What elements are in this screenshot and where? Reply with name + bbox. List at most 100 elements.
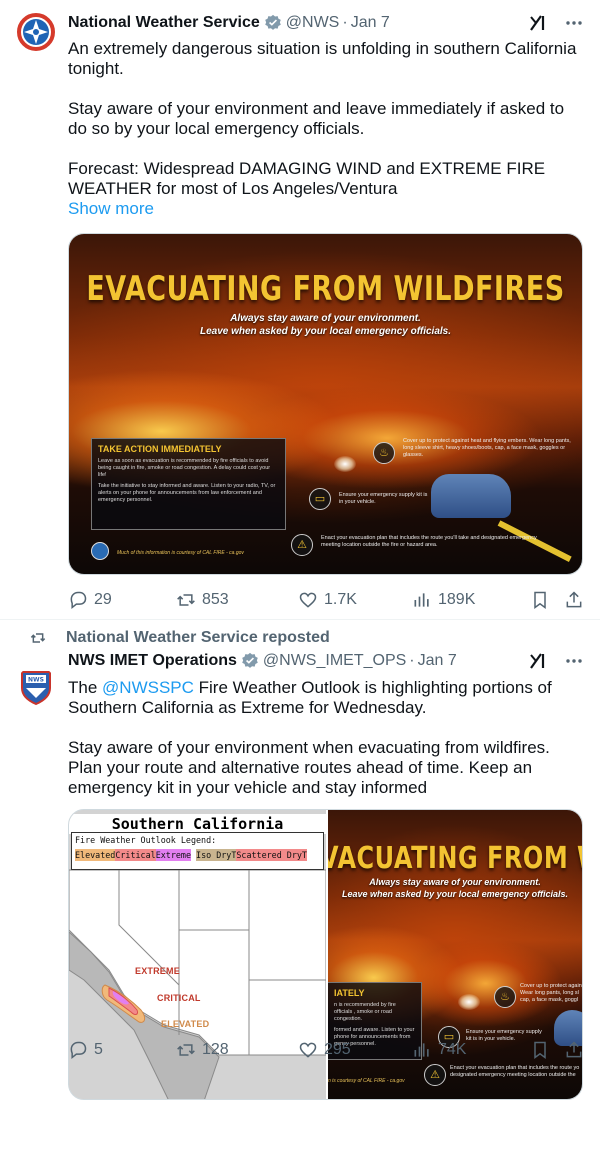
take-action-title: IATELY [334,988,365,998]
tweet-date[interactable]: Jan 7 [418,652,457,670]
repost-icon [177,594,195,606]
reply-icon [70,1041,87,1060]
mention-link[interactable]: @NWSSPC [102,678,194,697]
repost-button[interactable]: 128 [176,1040,298,1060]
author-handle[interactable]: @NWS_IMET_OPS [263,652,406,670]
graphic-subtitle-line: Leave when asked by your local emergency… [342,889,568,899]
tweet-actions: 5 128 295 74K [68,1040,584,1060]
nws-imet-avatar[interactable]: NWS [16,666,56,706]
wildfire-evacuation-graphic: EVACUATING FROM WILDFIRES Always stay aw… [69,234,582,574]
share-icon[interactable] [564,1040,584,1060]
tweet-text: The @NWSSPC Fire Weather Outlook is high… [68,678,584,798]
bookmark-icon[interactable] [530,1040,550,1060]
tweet-paragraph: Stay aware of your environment and leave… [68,99,565,138]
separator: · [409,652,415,669]
views-chart-icon [414,593,429,607]
repost-count: 128 [202,1041,229,1058]
reply-count: 5 [94,1041,103,1058]
legend-title: Fire Weather Outlook Legend: [75,835,217,845]
nws-logo-icon [16,12,56,52]
view-count: 74K [438,1041,467,1058]
graphic-title: EVACUATING FROM WILDFIRES [86,270,565,309]
graphic-credit: n is courtesy of CAL FIRE - ca.gov [328,1078,405,1084]
legend-scattered-dryt: Scattered DryT [236,849,307,861]
tip-text: Enact your evacuation plan that includes… [450,1065,580,1078]
car-illustration [431,474,511,518]
graphic-subtitle: Always stay aware of your environment. L… [69,312,582,338]
tweet-text-prefix: The [68,678,103,697]
tweet-paragraph: An extremely dangerous situation is unfo… [68,39,577,78]
like-count: 295 [324,1041,351,1058]
like-button[interactable]: 295 [298,1040,412,1060]
author-handle[interactable]: @NWS [286,14,340,32]
tweet-text: An extremely dangerous situation is unfo… [68,39,584,219]
nws-avatar[interactable] [16,12,56,52]
flame-icon: ♨ [494,986,516,1008]
like-button[interactable]: 1.7K [298,590,412,610]
views-button[interactable]: 74K [412,1040,528,1060]
graphic-subtitle: Always stay aware of your environment. L… [328,876,582,900]
more-options-icon[interactable] [564,13,584,33]
tweet-header: National Weather Service @NWS · Jan 7 [68,12,584,34]
tweet-paragraph: Forecast: Widespread DAMAGING WIND and E… [68,159,546,198]
map-label-elevated: ELEVATED [161,1019,210,1029]
tweet-header: NWS IMET Operations @NWS_IMET_OPS · Jan … [68,650,584,672]
show-more-link[interactable]: Show more [68,199,584,219]
heart-icon [299,592,317,608]
graphic-subtitle-line: Always stay aware of your environment. [230,313,421,324]
warning-icon: ⚠ [424,1064,446,1086]
warning-icon: ⚠ [291,534,313,556]
headlight-glow [458,994,480,1010]
repost-indicator: National Weather Service reposted [30,628,330,648]
flame-icon: ♨ [373,442,395,464]
repost-button[interactable]: 853 [176,590,298,610]
tweet-date[interactable]: Jan 7 [351,14,390,32]
share-icon[interactable] [564,590,584,610]
tip-text: Enact your evacuation plan that includes… [321,535,537,548]
separator: · [342,14,348,31]
supply-kit-icon: ▭ [309,488,331,510]
graphic-credit: Much of this information is courtesy of … [117,550,244,556]
map-title: Southern California [69,814,326,834]
grok-icon[interactable] [528,13,548,33]
view-count: 189K [438,591,476,608]
like-count: 1.7K [324,591,357,608]
tip-text: Cover up to protect again Wear long pant… [520,983,582,1003]
reply-count: 29 [94,591,112,608]
take-action-text: n is recommended by fire officials , smo… [334,1002,396,1022]
legend-iso-dryt: Iso DryT [196,849,237,861]
svg-text:NWS: NWS [28,677,44,684]
reply-button[interactable]: 29 [68,590,176,610]
verified-badge-icon[interactable] [264,14,282,32]
repost-icon [30,633,46,643]
verified-badge-icon[interactable] [241,652,259,670]
repost-count: 853 [202,591,229,608]
take-action-text: Leave as soon as evacuation is recommend… [98,458,271,478]
map-legend: Fire Weather Outlook Legend: Elevated Cri… [71,832,324,870]
bookmark-icon[interactable] [530,590,550,610]
map-label-critical: CRITICAL [157,993,201,1003]
graphic-subtitle-line: Leave when asked by your local emergency… [199,326,452,337]
repost-icon [177,1044,195,1056]
grok-icon[interactable] [528,651,548,671]
graphic-subtitle-line: Always stay aware of your environment. [369,877,541,887]
take-action-title: TAKE ACTION IMMEDIATELY [98,444,222,454]
tweet-image[interactable]: EVACUATING FROM WILDFIRES Always stay aw… [68,233,583,575]
tweet-paragraph: The @NWSSPC Fire Weather Outlook is high… [68,678,584,718]
tip-text: Cover up to protect against heat and fly… [403,438,571,458]
tweet-paragraph: Stay aware of your environment when evac… [68,738,550,797]
repost-label[interactable]: National Weather Service reposted [66,629,330,647]
views-button[interactable]: 189K [412,590,528,610]
legend-critical: Critical [115,849,156,861]
legend-extreme: Extreme [155,849,191,861]
tweet-nws-imet[interactable]: National Weather Service reposted NWS NW… [0,620,600,1154]
author-name[interactable]: National Weather Service [68,14,260,32]
author-name[interactable]: NWS IMET Operations [68,652,237,670]
tweet-nws[interactable]: National Weather Service @NWS · Jan 7 An… [0,0,600,620]
reply-button[interactable]: 5 [68,1040,176,1060]
views-chart-icon [414,1043,429,1057]
more-options-icon[interactable] [564,651,584,671]
headlight-glow [334,456,356,472]
graphic-title: VACUATING FROM WILDFIRE [328,840,582,876]
take-action-text: Take the initiative to stay informed and… [98,483,276,503]
